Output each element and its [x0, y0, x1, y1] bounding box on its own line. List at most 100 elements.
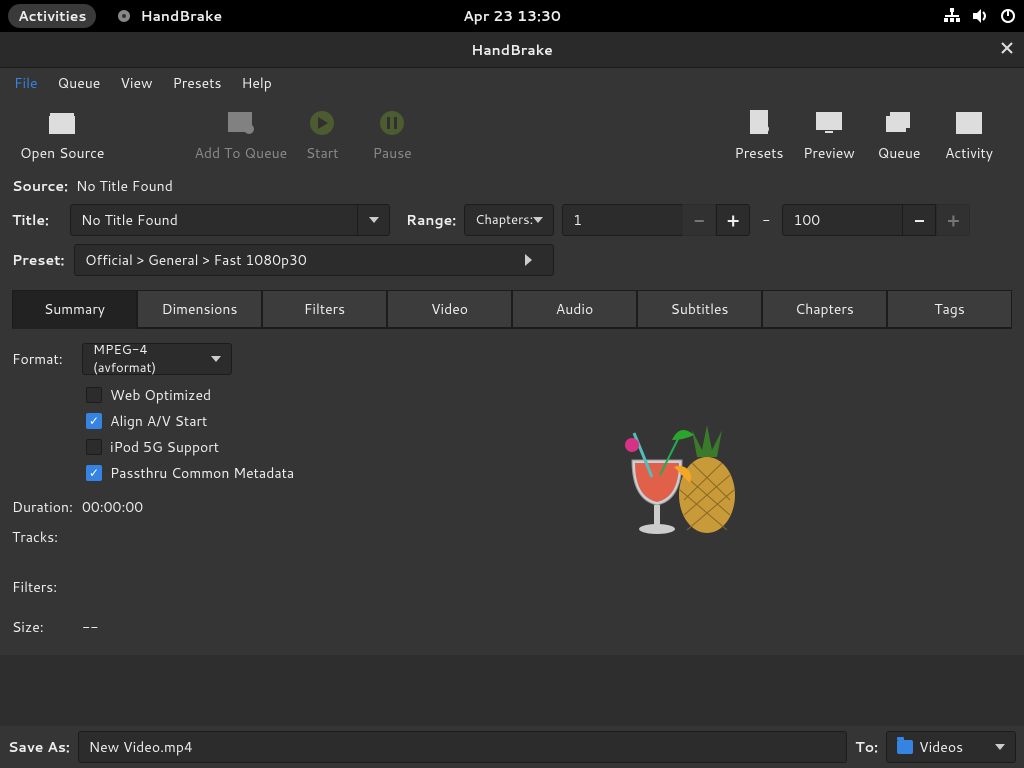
- size-value: --: [82, 617, 99, 637]
- app-name: HandBrake: [140, 6, 222, 26]
- to-label: To:: [855, 737, 878, 757]
- open-source-label: Open Source: [20, 143, 104, 163]
- bottom-bar: Save As: New Video.mp4 To: Videos: [0, 726, 1024, 768]
- close-button[interactable]: [1000, 40, 1014, 60]
- menu-file[interactable]: File: [6, 69, 46, 97]
- window-title: HandBrake: [471, 40, 553, 60]
- tab-dimensions[interactable]: Dimensions: [137, 290, 262, 329]
- network-icon[interactable]: [944, 8, 960, 24]
- pause-label: Pause: [373, 143, 412, 163]
- queue-button[interactable]: Queue: [864, 107, 934, 163]
- menu-presets[interactable]: Presets: [165, 69, 230, 97]
- images-stack-icon: [885, 109, 913, 137]
- start-label: Start: [306, 143, 339, 163]
- menu-help[interactable]: Help: [233, 69, 279, 97]
- chevron-right-icon: [523, 254, 533, 266]
- toolbar: Open Source + Add To Queue Start Pause P…: [0, 98, 1024, 168]
- add-to-queue-label: Add To Queue: [194, 143, 287, 163]
- handbrake-app-icon: [116, 8, 132, 24]
- open-source-button[interactable]: Open Source: [20, 107, 104, 163]
- preset-combo[interactable]: Official > General > Fast 1080p30: [74, 244, 554, 276]
- monitor-play-icon: [815, 109, 843, 137]
- format-value: MPEG-4 (avformat): [93, 341, 211, 377]
- activity-button[interactable]: Activity: [934, 107, 1004, 163]
- volume-icon[interactable]: [972, 8, 988, 24]
- title-combo[interactable]: No Title Found: [70, 204, 390, 236]
- title-label: Title:: [12, 210, 62, 230]
- title-combo-value: No Title Found: [81, 210, 178, 230]
- menu-bar: File Queue View Presets Help: [0, 68, 1024, 98]
- image-plus-icon: +: [227, 109, 255, 137]
- handbrake-logo-art: [602, 405, 752, 545]
- tab-chapters[interactable]: Chapters: [762, 290, 887, 329]
- range-from-plus[interactable]: +: [716, 204, 750, 236]
- destination-value: Videos: [919, 737, 963, 757]
- destination-combo[interactable]: Videos: [886, 731, 1016, 763]
- presets-button[interactable]: Presets: [724, 107, 794, 163]
- chevron-down-icon: [211, 354, 221, 364]
- duration-label: Duration:: [12, 497, 82, 517]
- menu-view[interactable]: View: [112, 69, 160, 97]
- check-align-av-label: Align A/V Start: [110, 411, 207, 431]
- presets-label: Presets: [735, 143, 784, 163]
- tab-bar: Summary Dimensions Filters Video Audio S…: [12, 290, 1012, 329]
- save-as-input[interactable]: New Video.mp4: [78, 731, 848, 763]
- filters-label: Filters:: [12, 577, 82, 597]
- activities-button[interactable]: Activities: [8, 4, 96, 28]
- check-ipod-5g[interactable]: iPod 5G Support: [86, 437, 342, 457]
- check-passthru-metadata-label: Passthru Common Metadata: [110, 463, 294, 483]
- checkbox-checked-icon: ✓: [86, 465, 102, 481]
- check-web-optimized[interactable]: Web Optimized: [86, 385, 342, 405]
- presets-document-icon: [745, 109, 773, 137]
- tab-video[interactable]: Video: [387, 290, 512, 329]
- chevron-down-icon: [533, 215, 543, 225]
- gnome-top-bar: Activities HandBrake Apr 23 13:30: [0, 0, 1024, 32]
- clock[interactable]: Apr 23 13:30: [463, 6, 561, 26]
- range-from-value[interactable]: 1: [562, 204, 682, 236]
- app-indicator[interactable]: HandBrake: [116, 6, 222, 26]
- range-to-minus[interactable]: −: [902, 204, 936, 236]
- play-icon: [308, 109, 336, 137]
- chevron-down-icon: [369, 215, 379, 225]
- range-from-minus[interactable]: −: [682, 204, 716, 236]
- preset-value: Official > General > Fast 1080p30: [85, 250, 307, 270]
- duration-value: 00:00:00: [82, 497, 143, 517]
- check-ipod-5g-label: iPod 5G Support: [110, 437, 219, 457]
- tab-summary[interactable]: Summary: [12, 290, 137, 329]
- range-type-value: Chapters:: [475, 211, 533, 229]
- tab-audio[interactable]: Audio: [512, 290, 637, 329]
- tracks-label: Tracks:: [12, 527, 82, 547]
- power-icon[interactable]: [1000, 8, 1016, 24]
- menu-queue[interactable]: Queue: [50, 69, 109, 97]
- summary-pane: Format: MPEG-4 (avformat) Web Optimized …: [12, 329, 1012, 647]
- pause-button[interactable]: Pause: [357, 107, 427, 163]
- queue-label: Queue: [878, 143, 921, 163]
- format-label: Format:: [12, 349, 82, 369]
- range-from-spin[interactable]: 1 − +: [562, 204, 750, 236]
- preview-button[interactable]: Preview: [794, 107, 864, 163]
- preview-label: Preview: [803, 143, 855, 163]
- range-to-spin[interactable]: 100 − +: [782, 204, 970, 236]
- check-align-av[interactable]: ✓ Align A/V Start: [86, 411, 342, 431]
- range-to-plus[interactable]: +: [936, 204, 970, 236]
- add-to-queue-button[interactable]: + Add To Queue: [194, 107, 287, 163]
- checkbox-unchecked-icon: [86, 387, 102, 403]
- tab-filters[interactable]: Filters: [262, 290, 387, 329]
- check-passthru-metadata[interactable]: ✓ Passthru Common Metadata: [86, 463, 342, 483]
- format-combo[interactable]: MPEG-4 (avformat): [82, 343, 232, 375]
- source-label: Source:: [12, 176, 68, 196]
- range-to-value[interactable]: 100: [782, 204, 902, 236]
- check-web-optimized-label: Web Optimized: [110, 385, 211, 405]
- close-icon: [1000, 41, 1014, 55]
- folder-icon: [897, 740, 913, 754]
- start-button[interactable]: Start: [287, 107, 357, 163]
- tab-tags[interactable]: Tags: [887, 290, 1012, 329]
- main-content: Source: No Title Found Title: No Title F…: [0, 168, 1024, 655]
- tab-subtitles[interactable]: Subtitles: [637, 290, 762, 329]
- pause-icon: [378, 109, 406, 137]
- range-dash: -: [758, 210, 774, 230]
- preset-label: Preset:: [12, 250, 66, 270]
- range-type-combo[interactable]: Chapters:: [464, 204, 554, 236]
- activity-label: Activity: [945, 143, 993, 163]
- checkbox-checked-icon: ✓: [86, 413, 102, 429]
